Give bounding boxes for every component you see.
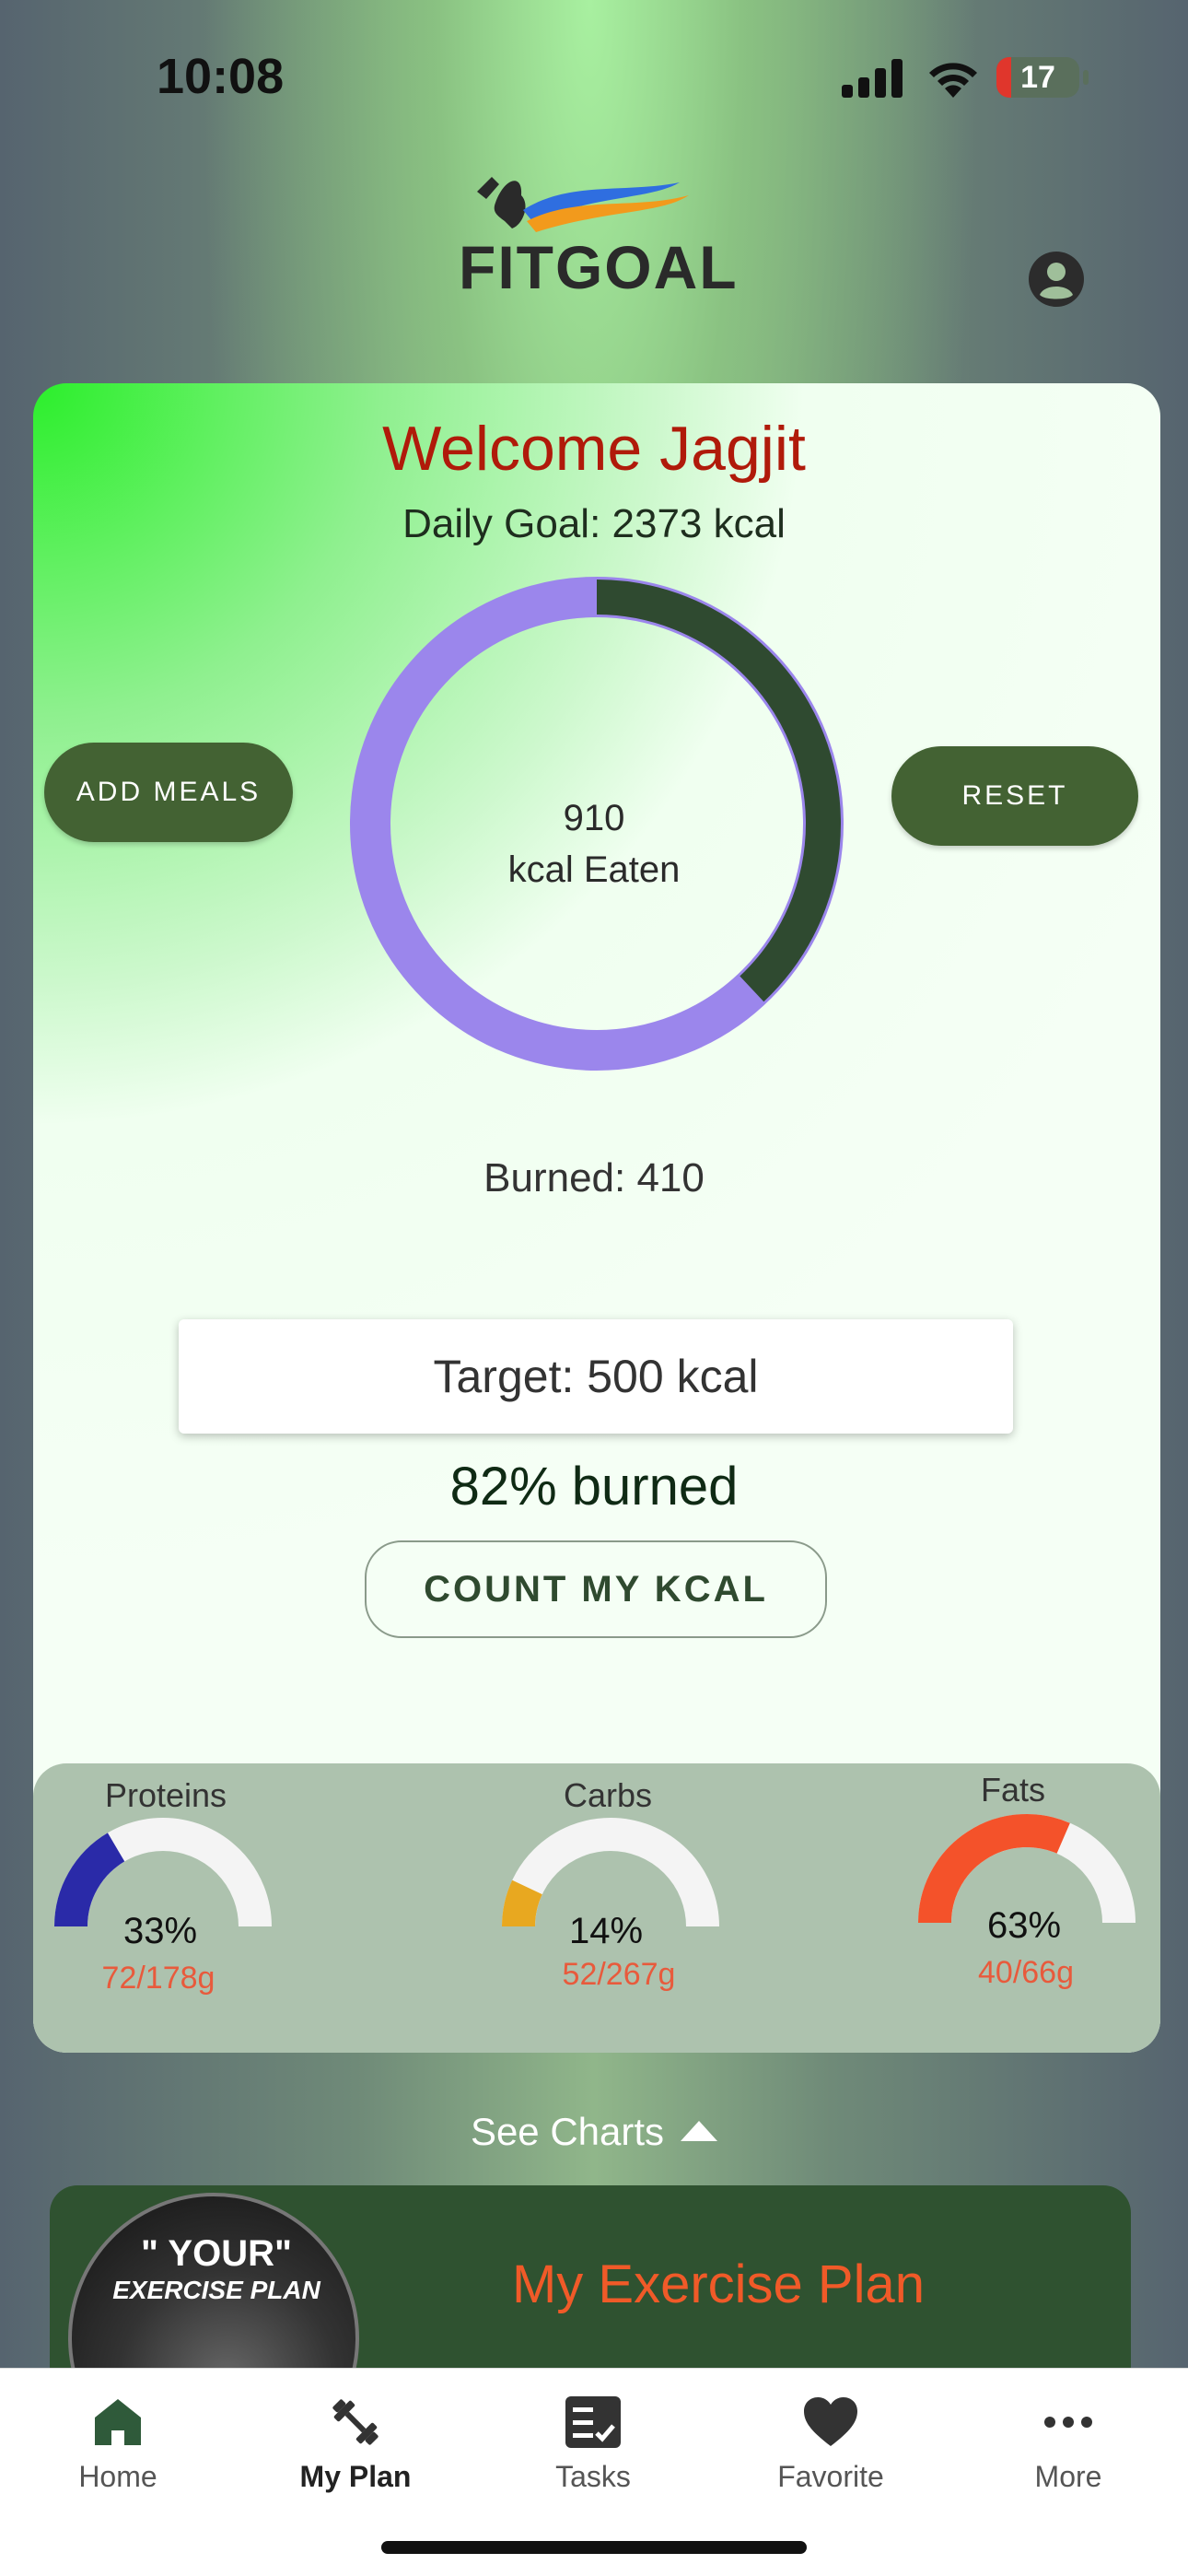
tab-label-more: More (1034, 2460, 1102, 2493)
thumbnail-text-exercise-plan: EXERCISE PLAN (112, 2276, 320, 2304)
profile-icon[interactable] (1028, 251, 1085, 308)
macro-name-carbs: Carbs (563, 1776, 653, 1814)
tasks-icon (565, 2396, 621, 2448)
tab-label-home: Home (78, 2460, 157, 2493)
burned-percent: 82% burned (449, 1457, 739, 1516)
tab-label-favorite: Favorite (777, 2460, 884, 2493)
cellular-signal-icon (842, 59, 903, 98)
home-indicator (381, 2541, 807, 2554)
dumbbell-icon (332, 2399, 379, 2445)
home-icon (95, 2399, 141, 2445)
reset-button[interactable]: RESET (891, 746, 1138, 846)
heart-icon (804, 2397, 857, 2446)
daily-goal: Daily Goal: 2373 kcal (402, 501, 786, 546)
count-my-kcal-button[interactable]: COUNT MY KCAL (365, 1540, 827, 1638)
exercise-plan-title: My Exercise Plan (511, 2254, 926, 2314)
see-charts-toggle[interactable]: See Charts (0, 2110, 1188, 2154)
tab-favorite[interactable]: Favorite (739, 2394, 923, 2494)
tab-more[interactable]: More (976, 2394, 1160, 2494)
add-meals-button[interactable]: ADD MEALS (44, 743, 293, 842)
target-field[interactable]: Target: 500 kcal (179, 1319, 1013, 1434)
battery-level: 17 (1020, 60, 1055, 95)
macro-grams-carbs: 52/267g (562, 1957, 676, 1992)
tab-my-plan[interactable]: My Plan (263, 2394, 448, 2494)
wifi-icon (929, 63, 977, 98)
see-charts-label: See Charts (470, 2110, 665, 2153)
chevron-up-icon (681, 2121, 718, 2141)
tab-label-tasks: Tasks (555, 2460, 631, 2493)
battery-icon: 17 (996, 57, 1089, 98)
kcal-eaten-value: 910 (563, 798, 625, 838)
macro-grams-proteins: 72/178g (101, 1961, 215, 1996)
macro-percent-fats: 63% (986, 1905, 1062, 1946)
tab-label-my-plan: My Plan (299, 2460, 412, 2493)
tab-home[interactable]: Home (26, 2394, 210, 2494)
macro-percent-proteins: 33% (122, 1911, 198, 1951)
macro-grams-fats: 40/66g (978, 1955, 1074, 1990)
macro-percent-carbs: 14% (568, 1911, 644, 1951)
macro-name-proteins: Proteins (104, 1776, 227, 1814)
status-time: 10:08 (157, 49, 285, 104)
burned-value: Burned: 410 (483, 1155, 705, 1200)
kcal-eaten-label: kcal Eaten (507, 849, 681, 890)
app-name: FITGOAL (459, 233, 739, 301)
tab-tasks[interactable]: Tasks (501, 2394, 685, 2494)
welcome-title: Welcome Jagjit (382, 414, 806, 484)
macro-name-fats: Fats (980, 1771, 1045, 1809)
more-icon (1044, 2417, 1092, 2428)
thumbnail-text-your: " YOUR" (141, 2233, 292, 2274)
